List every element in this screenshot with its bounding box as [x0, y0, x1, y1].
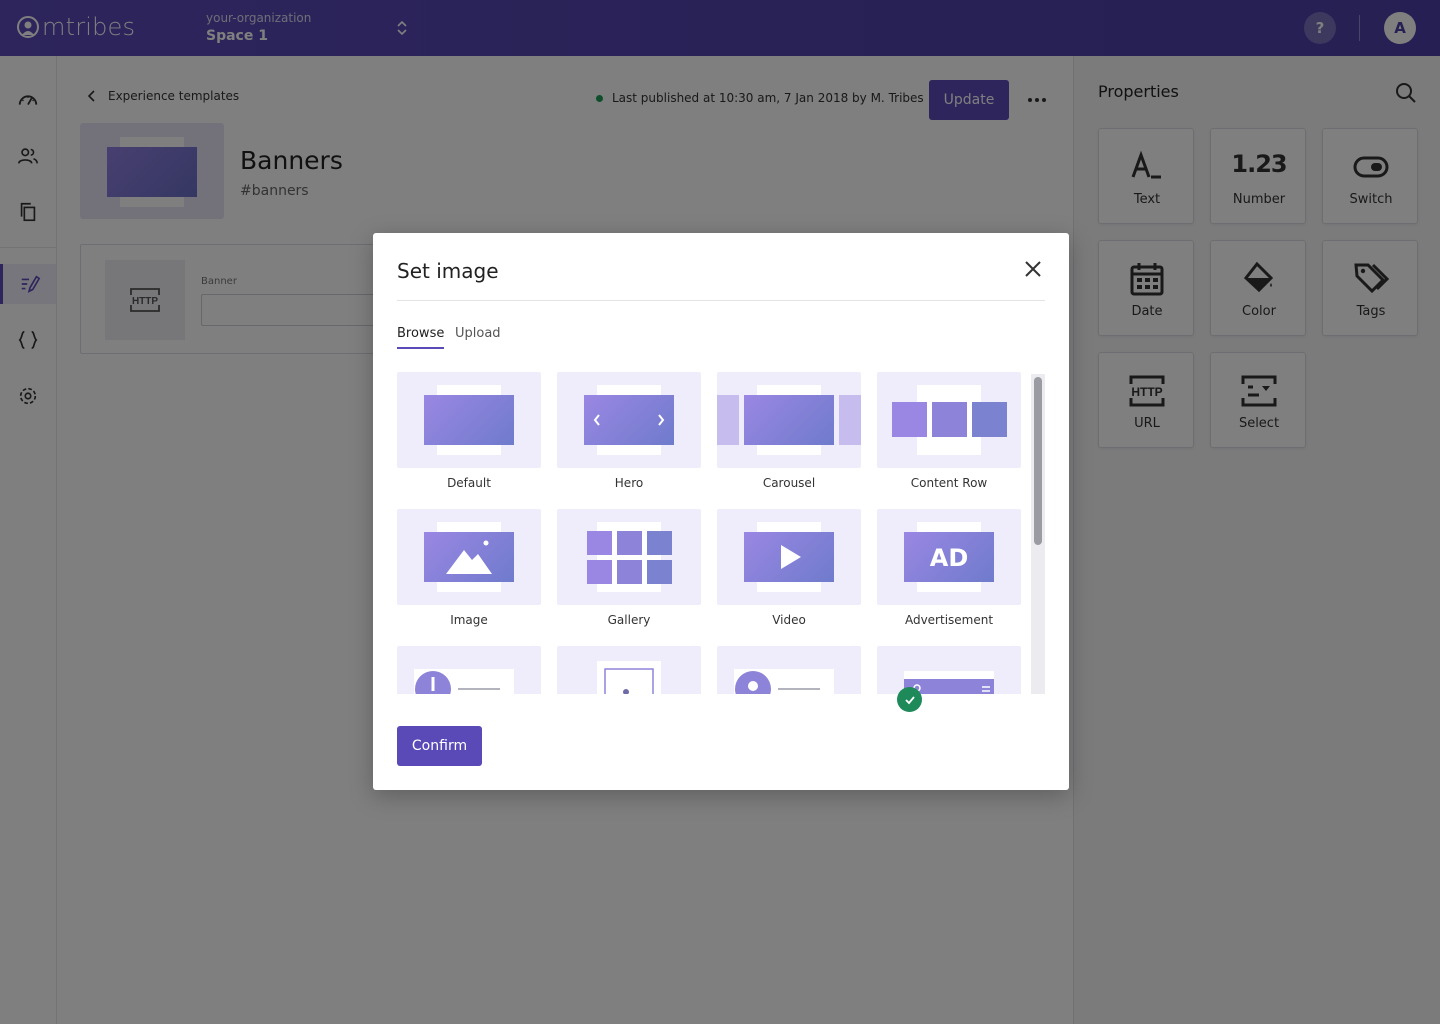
option-label: Content Row	[910, 476, 988, 490]
tab-browse[interactable]: Browse	[397, 326, 445, 349]
option-profile-row[interactable]	[397, 646, 541, 694]
video-icon	[744, 532, 834, 582]
close-icon[interactable]	[1021, 257, 1045, 281]
banner-carousel-icon	[744, 395, 834, 445]
advertisement-icon: AD	[904, 532, 994, 582]
scrollbar-thumb[interactable]	[1034, 377, 1042, 545]
banner-default-icon	[424, 395, 514, 445]
profile-row-icon	[415, 671, 500, 694]
option-video[interactable]	[717, 509, 861, 605]
svg-text:AD: AD	[930, 544, 969, 572]
option-label: Default	[447, 476, 491, 490]
options-scrollbar[interactable]	[1031, 374, 1045, 694]
option-label: Gallery	[607, 613, 651, 627]
tab-upload[interactable]: Upload	[455, 326, 501, 347]
option-content-row[interactable]	[877, 372, 1021, 468]
selected-check-icon	[897, 687, 922, 712]
image-icon	[424, 532, 514, 582]
portrait-icon	[604, 668, 654, 694]
option-advertisement[interactable]: AD	[877, 509, 1021, 605]
option-contact-card[interactable]	[717, 646, 861, 694]
set-image-dialog: Set image Browse Upload Default Hero Car…	[373, 233, 1069, 790]
contact-card-icon	[735, 671, 820, 694]
banner-hero-icon	[584, 395, 674, 445]
dialog-divider	[397, 300, 1045, 301]
confirm-button[interactable]: Confirm	[397, 726, 482, 766]
dialog-title: Set image	[397, 259, 499, 283]
option-portrait[interactable]	[557, 646, 701, 694]
option-carousel[interactable]	[717, 372, 861, 468]
option-image[interactable]	[397, 509, 541, 605]
option-hero[interactable]	[557, 372, 701, 468]
option-default[interactable]	[397, 372, 541, 468]
option-gallery[interactable]	[557, 509, 701, 605]
option-label: Carousel	[762, 476, 816, 490]
option-label: Video	[772, 613, 806, 627]
option-label: Hero	[614, 476, 644, 490]
image-options-grid: Default Hero Carousel Content Row Image …	[397, 372, 1029, 694]
option-header-bar[interactable]	[877, 646, 1021, 694]
option-label: Advertisement	[904, 613, 994, 627]
option-label: Image	[450, 613, 488, 627]
